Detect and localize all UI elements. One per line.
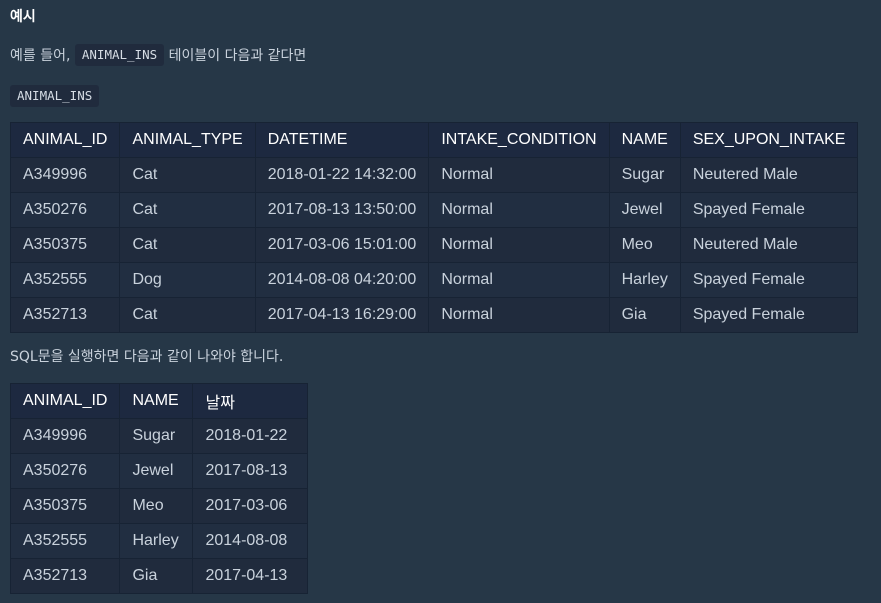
table-cell: Normal <box>428 262 610 298</box>
table-cell: Normal <box>428 157 610 193</box>
table-cell: A350375 <box>9 227 121 263</box>
table-cell: 2018-01-22 14:32:00 <box>254 157 430 193</box>
table-cell: A352713 <box>9 558 121 594</box>
table-cell: Sugar <box>119 418 194 454</box>
inline-code-table-name: ANIMAL_INS <box>74 44 165 66</box>
table-cell: 2017-08-13 <box>192 453 309 489</box>
table-cell: 2017-03-06 <box>192 488 309 524</box>
table-name-label: ANIMAL_INS <box>10 85 100 107</box>
table-cell: Spayed Female <box>679 297 859 333</box>
table-cell: 2017-04-13 16:29:00 <box>254 297 430 333</box>
column-header: NAME <box>608 122 681 158</box>
table-cell: A352555 <box>9 523 121 559</box>
intro-paragraph: 예를 들어, ANIMAL_INS 테이블이 다음과 같다면 <box>10 44 306 66</box>
table-cell: Meo <box>608 227 681 263</box>
table-cell: A350276 <box>9 192 121 228</box>
table-cell: A350276 <box>9 453 121 489</box>
intro-prefix: 예를 들어, <box>10 48 71 64</box>
table-cell: A350375 <box>9 488 121 524</box>
column-header: ANIMAL_TYPE <box>119 122 256 158</box>
table-cell: A349996 <box>9 418 121 454</box>
table-cell: Neutered Male <box>679 227 859 263</box>
table-cell: Spayed Female <box>679 262 859 298</box>
table-cell: Cat <box>119 227 256 263</box>
column-header: INTAKE_CONDITION <box>428 122 610 158</box>
table-cell: Harley <box>608 262 681 298</box>
table-cell: A349996 <box>9 157 121 193</box>
table-row: A350375 Cat 2017-03-06 15:01:00 Normal M… <box>9 227 859 263</box>
table-cell: Gia <box>119 558 194 594</box>
column-header: 날짜 <box>192 383 309 419</box>
table-row: A352713 Gia 2017-04-13 <box>9 558 309 594</box>
result-paragraph: SQL문을 실행하면 다음과 같이 나와야 합니다. <box>10 349 284 365</box>
table-cell: Neutered Male <box>679 157 859 193</box>
table-cell: 2018-01-22 <box>192 418 309 454</box>
section-heading: 예시 <box>10 9 36 25</box>
table-cell: Normal <box>428 297 610 333</box>
input-table: ANIMAL_ID ANIMAL_TYPE DATETIME INTAKE_CO… <box>9 122 859 333</box>
table-cell: 2017-03-06 15:01:00 <box>254 227 430 263</box>
table-row: A350276 Jewel 2017-08-13 <box>9 453 309 489</box>
table-cell: A352555 <box>9 262 121 298</box>
table-row: A350276 Cat 2017-08-13 13:50:00 Normal J… <box>9 192 859 228</box>
table-row: A349996 Cat 2018-01-22 14:32:00 Normal S… <box>9 157 859 193</box>
table-cell: Jewel <box>608 192 681 228</box>
column-header: ANIMAL_ID <box>9 122 121 158</box>
table-cell: Cat <box>119 297 256 333</box>
table-header-row: ANIMAL_ID NAME 날짜 <box>9 383 309 419</box>
table-cell: Gia <box>608 297 681 333</box>
table-cell: A352713 <box>9 297 121 333</box>
table-cell: 2014-08-08 04:20:00 <box>254 262 430 298</box>
table-cell: Meo <box>119 488 194 524</box>
table-cell: Spayed Female <box>679 192 859 228</box>
table-row: A352555 Dog 2014-08-08 04:20:00 Normal H… <box>9 262 859 298</box>
column-header: NAME <box>119 383 194 419</box>
intro-suffix: 테이블이 다음과 같다면 <box>168 48 307 64</box>
table-header-row: ANIMAL_ID ANIMAL_TYPE DATETIME INTAKE_CO… <box>9 122 859 158</box>
table-row: A349996 Sugar 2018-01-22 <box>9 418 309 454</box>
table-cell: Cat <box>119 192 256 228</box>
column-header: SEX_UPON_INTAKE <box>679 122 859 158</box>
table-cell: 2017-08-13 13:50:00 <box>254 192 430 228</box>
table-cell: 2017-04-13 <box>192 558 309 594</box>
table-cell: Harley <box>119 523 194 559</box>
column-header: ANIMAL_ID <box>9 383 121 419</box>
table-row: A350375 Meo 2017-03-06 <box>9 488 309 524</box>
table-cell: 2014-08-08 <box>192 523 309 559</box>
table-cell: Jewel <box>119 453 194 489</box>
table-cell: Dog <box>119 262 256 298</box>
output-table: ANIMAL_ID NAME 날짜 A349996 Sugar 2018-01-… <box>9 383 309 594</box>
table-cell: Normal <box>428 192 610 228</box>
column-header: DATETIME <box>254 122 430 158</box>
table-cell: Normal <box>428 227 610 263</box>
table-cell: Cat <box>119 157 256 193</box>
table-cell: Sugar <box>608 157 681 193</box>
table-row: A352713 Cat 2017-04-13 16:29:00 Normal G… <box>9 297 859 333</box>
table-row: A352555 Harley 2014-08-08 <box>9 523 309 559</box>
